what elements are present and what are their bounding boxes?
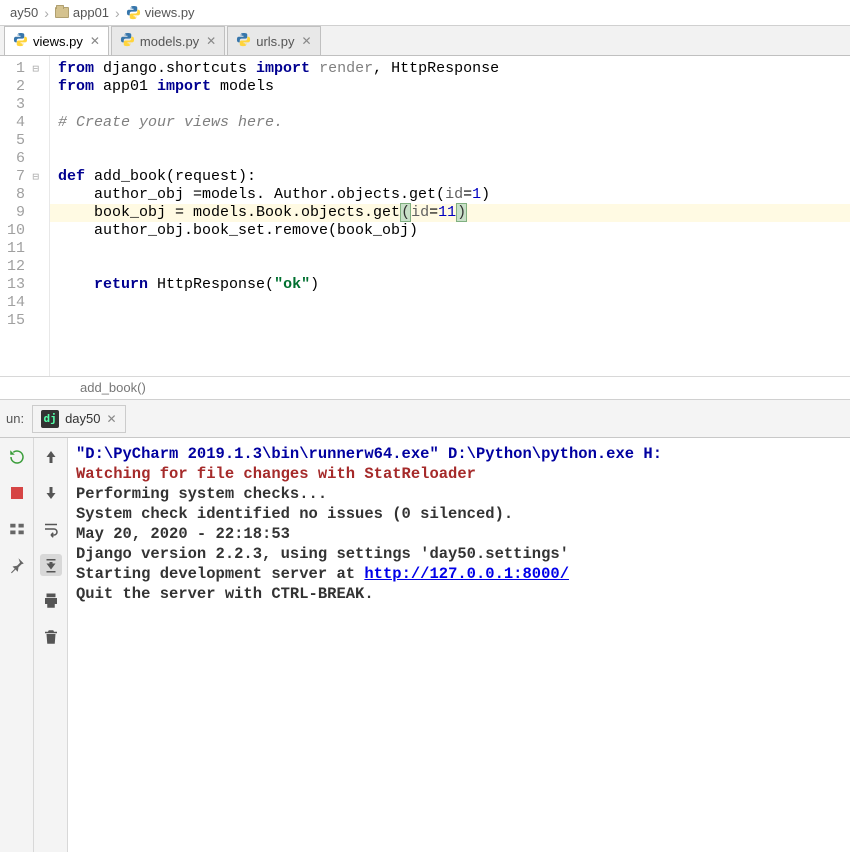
- run-actions-primary: [0, 438, 34, 852]
- breadcrumb-bar: ay50 › app01 › views.py: [0, 0, 850, 26]
- up-button[interactable]: [40, 446, 62, 468]
- fold-toggle-icon[interactable]: ⊟: [32, 61, 39, 79]
- run-actions-secondary: [34, 438, 68, 852]
- line-number: 7⊟: [0, 168, 39, 186]
- stop-icon: [11, 487, 23, 499]
- run-config-name: day50: [65, 411, 100, 426]
- breadcrumb-separator: ›: [113, 5, 122, 21]
- code-content[interactable]: from django.shortcuts import render, Htt…: [50, 56, 850, 376]
- code-line[interactable]: def add_book(request):: [58, 168, 256, 185]
- breadcrumb-separator: ›: [42, 5, 51, 21]
- line-number: 6: [0, 150, 39, 168]
- tab-urls[interactable]: urls.py ✕: [227, 26, 320, 55]
- close-icon[interactable]: ✕: [204, 34, 216, 48]
- scroll-to-end-button[interactable]: [40, 554, 62, 576]
- run-toolwindow-header: un: dj day50 ✕: [0, 400, 850, 438]
- breadcrumb-item-file[interactable]: views.py: [122, 3, 199, 22]
- print-button[interactable]: [40, 590, 62, 612]
- python-file-icon: [126, 5, 141, 20]
- code-line[interactable]: book_obj = models.Book.objects.get(id=11…: [50, 204, 850, 222]
- line-number: 15: [0, 312, 39, 330]
- pin-button[interactable]: [6, 554, 28, 576]
- line-number: 4: [0, 114, 39, 132]
- code-line[interactable]: return HttpResponse("ok"): [58, 276, 319, 293]
- line-number: 1⊟: [0, 60, 39, 78]
- code-line[interactable]: from app01 import models: [58, 78, 274, 95]
- console-output[interactable]: "D:\PyCharm 2019.1.3\bin\runnerw64.exe" …: [68, 438, 850, 852]
- layout-button[interactable]: [6, 518, 28, 540]
- folder-icon: [55, 7, 69, 18]
- console-line: Watching for file changes with StatReloa…: [76, 464, 842, 484]
- django-icon: dj: [41, 410, 59, 428]
- console-line: Django version 2.2.3, using settings 'da…: [76, 544, 842, 564]
- run-config-tab[interactable]: dj day50 ✕: [32, 405, 125, 433]
- console-link[interactable]: http://127.0.0.1:8000/: [364, 565, 569, 583]
- soft-wrap-button[interactable]: [40, 518, 62, 540]
- clear-button[interactable]: [40, 626, 62, 648]
- python-file-icon: [13, 32, 28, 50]
- line-number: 13: [0, 276, 39, 294]
- breadcrumb-label: ay50: [10, 5, 38, 20]
- python-file-icon: [120, 32, 135, 50]
- editor-tabs: views.py ✕ models.py ✕ urls.py ✕: [0, 26, 850, 56]
- line-number: 11: [0, 240, 39, 258]
- code-line[interactable]: author_obj.book_set.remove(book_obj): [58, 222, 418, 239]
- breadcrumb-item-folder[interactable]: app01: [51, 3, 113, 22]
- run-label: un:: [6, 411, 24, 426]
- line-number: 5: [0, 132, 39, 150]
- scope-breadcrumb[interactable]: add_book(): [0, 376, 850, 400]
- fold-toggle-icon[interactable]: ⊟: [32, 169, 39, 187]
- tab-views[interactable]: views.py ✕: [4, 26, 109, 55]
- line-number: 10: [0, 222, 39, 240]
- down-button[interactable]: [40, 482, 62, 504]
- rerun-button[interactable]: [6, 446, 28, 468]
- console-line: May 20, 2020 - 22:18:53: [76, 524, 842, 544]
- tab-label: views.py: [33, 34, 83, 49]
- close-icon[interactable]: ✕: [88, 34, 100, 48]
- code-line[interactable]: # Create your views here.: [58, 114, 283, 131]
- line-number: 2: [0, 78, 39, 96]
- line-number: 9: [0, 204, 39, 222]
- console-line: Starting development server at http://12…: [76, 564, 842, 584]
- line-number: 3: [0, 96, 39, 114]
- line-number: 8: [0, 186, 39, 204]
- code-line[interactable]: author_obj =models. Author.objects.get(i…: [58, 186, 490, 203]
- console-line: Performing system checks...: [76, 484, 842, 504]
- breadcrumb-item-project[interactable]: ay50: [6, 3, 42, 22]
- console-line: System check identified no issues (0 sil…: [76, 504, 842, 524]
- breadcrumb-label: views.py: [145, 5, 195, 20]
- python-file-icon: [236, 32, 251, 50]
- line-number: 14: [0, 294, 39, 312]
- console-line: "D:\PyCharm 2019.1.3\bin\runnerw64.exe" …: [76, 444, 842, 464]
- close-icon[interactable]: ✕: [300, 34, 312, 48]
- scope-label: add_book(): [80, 380, 146, 395]
- close-icon[interactable]: ✕: [107, 412, 117, 426]
- breadcrumb-label: app01: [73, 5, 109, 20]
- line-number-gutter: 1⊟234567⊟89101112131415: [0, 56, 50, 376]
- code-line[interactable]: from django.shortcuts import render, Htt…: [58, 60, 499, 77]
- run-toolwindow-body: "D:\PyCharm 2019.1.3\bin\runnerw64.exe" …: [0, 438, 850, 852]
- line-number: 12: [0, 258, 39, 276]
- tab-models[interactable]: models.py ✕: [111, 26, 225, 55]
- stop-button[interactable]: [6, 482, 28, 504]
- tab-label: models.py: [140, 34, 199, 49]
- code-editor[interactable]: 1⊟234567⊟89101112131415 from django.shor…: [0, 56, 850, 376]
- tab-label: urls.py: [256, 34, 294, 49]
- console-line: Quit the server with CTRL-BREAK.: [76, 584, 842, 604]
